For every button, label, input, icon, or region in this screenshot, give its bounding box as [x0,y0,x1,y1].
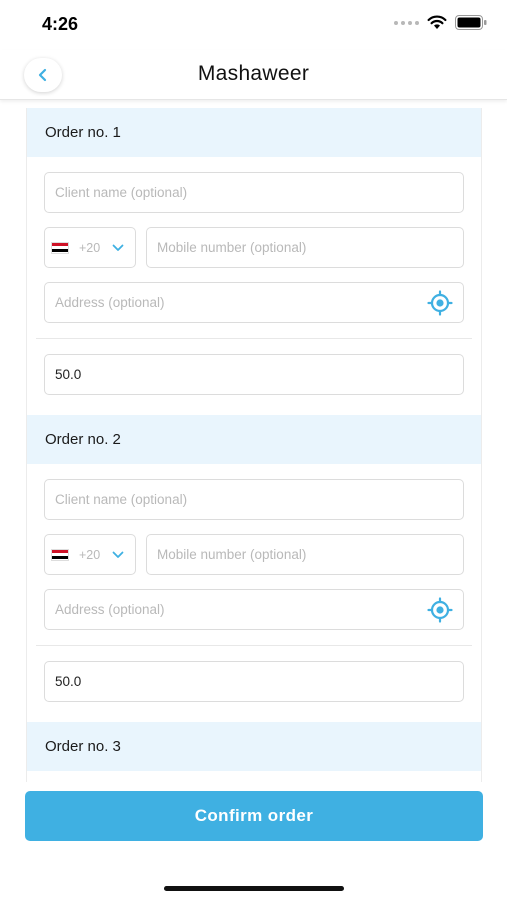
mobile-number-input[interactable]: Mobile number (optional) [146,534,464,575]
signal-icon [394,20,419,25]
status-time: 4:26 [42,14,79,34]
divider [36,645,472,646]
crosshair-location-icon[interactable] [427,597,453,623]
crosshair-location-icon[interactable] [427,290,453,316]
amount-input[interactable]: 50.0 [44,354,464,395]
mobile-number-input[interactable]: Mobile number (optional) [146,227,464,268]
country-code-select[interactable]: +20 [44,227,136,268]
battery-icon [455,15,487,30]
home-indicator [164,886,344,891]
address-placeholder: Address (optional) [55,602,165,617]
phone-row: +20 Mobile number (optional) [44,534,464,575]
confirm-order-button[interactable]: Confirm order [25,791,483,841]
chevron-down-icon [112,551,124,558]
amount-input[interactable]: 50.0 [44,661,464,702]
order-card: Order no. 2 Client name (optional) +20 M… [27,415,481,722]
order-header: Order no. 1 [27,108,481,157]
address-input[interactable]: Address (optional) [44,589,464,630]
country-code-select[interactable]: +20 [44,534,136,575]
app-header: Mashaweer [0,50,507,100]
status-icons [394,15,487,30]
chevron-down-icon [112,244,124,251]
egypt-flag-icon [51,548,69,561]
wifi-icon [427,15,447,30]
order-body: Client name (optional) +20 Mobile number… [27,157,481,415]
orders-list[interactable]: Order no. 1 Client name (optional) +20 M… [26,108,482,782]
status-bar: 4:26 [0,0,507,50]
country-code: +20 [79,240,101,255]
page-title: Mashaweer [197,62,310,85]
order-card: Order no. 1 Client name (optional) +20 M… [27,108,481,415]
client-name-input[interactable]: Client name (optional) [44,172,464,213]
order-card: Order no. 3 [27,722,481,771]
order-header: Order no. 3 [27,722,481,771]
country-code: +20 [79,547,101,562]
address-placeholder: Address (optional) [55,295,165,310]
order-body: Client name (optional) +20 Mobile number… [27,464,481,722]
order-header: Order no. 2 [27,415,481,464]
divider [36,338,472,339]
address-input[interactable]: Address (optional) [44,282,464,323]
client-name-input[interactable]: Client name (optional) [44,479,464,520]
egypt-flag-icon [51,241,69,254]
phone-row: +20 Mobile number (optional) [44,227,464,268]
